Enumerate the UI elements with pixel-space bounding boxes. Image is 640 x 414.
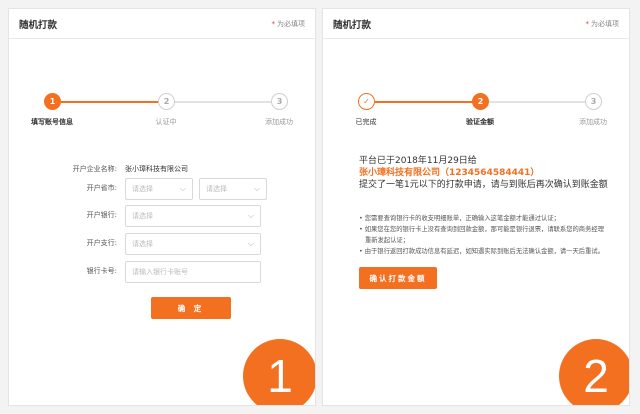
message-line-1: 平台已于2018年11月29日给 — [359, 156, 477, 166]
card-label: 银行卡号: — [86, 267, 117, 275]
progress-steps: 1 2 3 填写账号信息 认证中 添加成功 — [9, 93, 315, 133]
note-item: • 您需要查询银行卡的收支明细账单，正确输入这笔金额才能通过认证； — [359, 215, 560, 222]
step-3-label: 添加成功 — [579, 118, 607, 126]
required-note: * 为必填项 — [272, 19, 306, 29]
step-1-label: 已完成 — [355, 118, 377, 126]
bank-label: 开户银行: — [86, 211, 117, 219]
panel-header: 随机打款 * 为必填项 — [323, 9, 629, 39]
chevron-down-icon: ⌵ — [247, 211, 254, 220]
confirm-amount-button[interactable]: 确认打款金额 — [359, 267, 437, 289]
step-line-2 — [489, 101, 593, 103]
panel-title: 随机打款 — [333, 19, 372, 31]
required-note: * 为必填项 — [586, 19, 620, 29]
step-line-2 — [175, 101, 279, 103]
step-badge-1: 1 — [243, 339, 315, 405]
required-note-text: 为必填项 — [591, 19, 619, 28]
message-company: 张小璋科技有限公司（1234564584441） — [359, 168, 540, 178]
panel-header: 随机打款 * 为必填项 — [9, 9, 315, 39]
panel-title: 随机打款 — [19, 19, 58, 31]
message-line-2: 提交了一笔1元以下的打款申请，请与到账后再次确认到账金额 — [359, 180, 608, 190]
progress-steps: ✓ 2 3 已完成 验证金额 添加成功 — [323, 93, 629, 133]
check-icon: ✓ — [358, 93, 375, 110]
branch-select[interactable]: 请选择 ⌵ — [125, 233, 261, 255]
province-label: 开户省市: — [86, 184, 117, 192]
note-item: • 由于银行返回打款成功信息有延迟，如知遇实际到账后无法确认金额，请一天后重试。 — [359, 248, 604, 255]
bind-card-panel: 随机打款 * 为必填项 1 2 3 填写账号信息 认证中 添加成功 开户企业名称:… — [8, 8, 316, 406]
required-note-text: 为必填项 — [277, 19, 305, 28]
province-placeholder: 请选择 — [132, 185, 153, 193]
chevron-down-icon: ⌵ — [179, 184, 186, 193]
note-item: • 如果您在您的银行卡上没有查询到回款金额，那可能是银行退票，请联系您的商务经理… — [359, 226, 604, 244]
company-label: 开户企业名称: — [72, 165, 117, 173]
step-2-label: 认证中 — [155, 118, 177, 126]
branch-row: 开户支行: 请选择 ⌵ — [9, 233, 315, 255]
verification-notes: • 您需要查询银行卡的收支明细账单，正确输入这笔金额才能通过认证； • 如果您在… — [359, 213, 609, 257]
step-1-label: 填写账号信息 — [31, 118, 73, 126]
bank-placeholder: 请选择 — [132, 212, 153, 220]
step-3-label: 添加成功 — [265, 118, 293, 126]
card-row: 银行卡号: 请输入银行卡账号 — [9, 261, 315, 283]
step-2-label: 验证金额 — [466, 118, 494, 126]
step-3-circle: 3 — [271, 93, 288, 110]
step-2-circle: 2 — [158, 93, 175, 110]
bank-select[interactable]: 请选择 ⌵ — [125, 205, 261, 227]
branch-placeholder: 请选择 — [132, 240, 153, 248]
card-placeholder: 请输入银行卡账号 — [132, 268, 188, 276]
city-select[interactable]: 请选择 ⌵ — [199, 178, 267, 200]
chevron-down-icon: ⌵ — [253, 184, 260, 193]
step-1-circle: 1 — [44, 93, 61, 110]
bank-row: 开户银行: 请选择 ⌵ — [9, 205, 315, 227]
company-value: 张小璋科技有限公司 — [125, 165, 188, 173]
card-number-input[interactable]: 请输入银行卡账号 — [125, 261, 261, 283]
step-3-circle: 3 — [585, 93, 602, 110]
verify-amount-panel: 随机打款 * 为必填项 ✓ 2 3 已完成 验证金额 添加成功 平台已于2018年… — [322, 8, 630, 406]
required-star: * — [585, 19, 590, 28]
branch-label: 开户支行: — [86, 239, 117, 247]
verification-message: 平台已于2018年11月29日给 张小璋科技有限公司（1234564584441… — [359, 155, 609, 191]
chevron-down-icon: ⌵ — [247, 239, 254, 248]
province-row: 开户省市: 请选择 ⌵ 请选择 ⌵ — [9, 178, 315, 200]
province-select[interactable]: 请选择 ⌵ — [125, 178, 193, 200]
confirm-button[interactable]: 确 定 — [151, 297, 231, 319]
required-star: * — [271, 19, 276, 28]
step-badge-2: 2 — [559, 339, 629, 405]
city-placeholder: 请选择 — [206, 185, 227, 193]
step-line-1 — [61, 101, 159, 103]
step-line-1 — [375, 101, 473, 103]
step-2-circle: 2 — [472, 93, 489, 110]
